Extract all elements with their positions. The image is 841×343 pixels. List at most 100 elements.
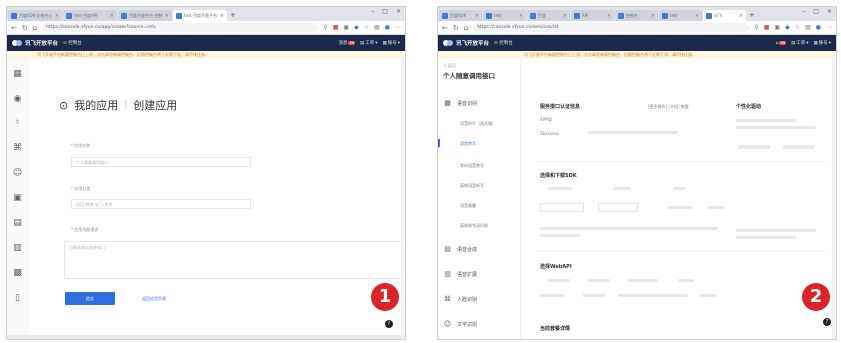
close-window-icon[interactable]: × — [827, 8, 832, 15]
star-icon[interactable]: ☆ — [364, 24, 369, 31]
close-icon[interactable]: × — [651, 13, 655, 19]
sidebar-back-link[interactable]: < 返回 — [443, 63, 456, 69]
ear-icon[interactable]: ♮ — [12, 118, 23, 129]
service-tools-link[interactable]: [更多操作] [文档] 查看 — [648, 104, 689, 110]
notice-banner[interactable]: 讯飞开放平台新版控制台已上线，点击体验新版控制台，旧版控制台将于近期下线，请尽快… — [438, 51, 836, 59]
collections-icon[interactable]: ▤ — [805, 24, 811, 31]
close-icon[interactable]: × — [475, 13, 479, 19]
more-icon[interactable]: ⋯ — [826, 24, 832, 31]
console-link[interactable]: ⊙ 控制台 — [63, 40, 82, 46]
help-icon[interactable]: ? — [385, 320, 393, 328]
sidebar-group-synthesis[interactable]: ▤ 语音合成 — [443, 245, 477, 253]
close-icon[interactable]: × — [220, 13, 224, 19]
close-icon[interactable]: × — [695, 13, 699, 19]
browser-tab-active[interactable]: 讯飞 × — [703, 10, 746, 21]
app-category-select[interactable]: 应用-教育-学习-其他 — [71, 199, 251, 209]
back-circle-icon[interactable]: ⊙ — [59, 99, 68, 112]
browser-tab[interactable]: test × — [659, 10, 702, 21]
file-icon[interactable]: ▯ — [12, 293, 23, 304]
collections-icon[interactable]: ▤ — [374, 24, 380, 31]
search-icon[interactable]: ⚲ — [754, 24, 758, 31]
chart-icon[interactable]: ▥ — [12, 243, 23, 254]
close-window-icon[interactable]: × — [396, 8, 401, 15]
horizontal-scrollbar[interactable] — [7, 335, 405, 339]
sidebar-item-iat-stream[interactable]: 语音听写（流式版） — [460, 121, 496, 127]
vertical-scrollbar[interactable] — [832, 59, 836, 339]
url-input[interactable]: https://console.xfyun.cn/services/iat — [473, 23, 750, 32]
refresh-icon[interactable]: ↻ — [22, 24, 28, 32]
logo[interactable]: 讯飞开放平台 — [443, 39, 489, 47]
close-icon[interactable]: × — [55, 13, 59, 19]
refresh-icon[interactable]: ↻ — [453, 24, 459, 32]
browser-tab[interactable]: 百度 × — [527, 10, 570, 21]
sidebar-item-realtime[interactable]: 实时语音转写 — [460, 163, 484, 169]
url-input[interactable]: https://console.xfyun.cn/app/create?sour… — [42, 23, 319, 32]
maximize-icon[interactable]: □ — [382, 8, 388, 15]
back-to-list-link[interactable]: 返回应用列表 — [142, 296, 166, 302]
sidebar-group-voice[interactable]: ▦ 语音识别 — [443, 99, 477, 107]
sidebar-item-transcribe[interactable]: 语音转写 — [460, 141, 476, 147]
search-icon[interactable]: ⚲ — [323, 24, 327, 31]
close-icon[interactable]: × — [739, 13, 743, 19]
vertical-scrollbar[interactable] — [401, 59, 405, 339]
breadcrumb-my-apps[interactable]: 我的应用 — [74, 97, 118, 113]
sidebar-item-offline-iat[interactable]: 离线语音听写 — [460, 183, 484, 189]
maximize-icon[interactable]: □ — [813, 8, 819, 15]
image-icon[interactable]: ▣ — [12, 193, 23, 204]
sidebar-item-wakeup[interactable]: 语音唤醒 — [460, 203, 476, 209]
extension-icon[interactable]: ▣ — [343, 24, 349, 31]
help-icon[interactable]: ? — [823, 318, 831, 326]
grid-icon[interactable]: ⌘ — [12, 143, 23, 154]
sidebar-item-command[interactable]: 离线命令词识别 — [460, 223, 488, 229]
sidebar-group-text[interactable]: ☺ 文字识别 — [443, 320, 477, 328]
sidebar-group-extension[interactable]: ▥ 语音扩展 — [443, 270, 477, 278]
modules-icon[interactable]: ▩ — [12, 268, 23, 279]
profile-icon[interactable]: ● — [816, 24, 821, 31]
new-tab-icon[interactable]: + — [749, 10, 755, 21]
logo[interactable]: 讯飞开放平台 — [12, 39, 58, 47]
browser-tab[interactable]: 百度SDK × — [439, 10, 482, 21]
browser-tab[interactable]: test × — [483, 10, 526, 21]
account-menu[interactable]: ▦ 账号 ▾ — [382, 40, 400, 47]
platform-select[interactable] — [540, 203, 584, 212]
account-menu[interactable]: ▦ 账号 ▾ — [813, 40, 831, 47]
messages-menu[interactable]: 消息 99 — [338, 40, 355, 46]
messages-menu[interactable]: ⌂ 99 — [776, 41, 786, 46]
browser-tab[interactable]: test-百度API × — [63, 10, 117, 21]
document-icon[interactable]: ▤ — [12, 218, 23, 229]
face-icon[interactable]: ☺ — [12, 168, 23, 179]
more-icon[interactable]: ⋯ — [395, 24, 401, 31]
browser-tab-active[interactable]: test-百度开放平台 × — [173, 10, 227, 21]
close-icon[interactable]: × — [165, 13, 169, 19]
browser-tab[interactable]: API × — [571, 10, 614, 21]
minimize-icon[interactable]: – — [371, 8, 374, 15]
extension-icon[interactable]: ▣ — [774, 24, 780, 31]
close-icon[interactable]: × — [563, 13, 567, 19]
app-name-input[interactable]: 个人随意调用接口 — [71, 157, 251, 167]
star-icon[interactable]: ☆ — [795, 24, 800, 31]
orders-menu[interactable]: ▤ 工单 ▾ — [791, 40, 809, 47]
minimize-icon[interactable]: – — [802, 8, 805, 15]
console-link[interactable]: ⊙ 控制台 — [494, 40, 513, 46]
notice-banner[interactable]: 讯飞开放平台新版控制台已上线，点击体验新版控制台，旧版控制台将于近期下线，请尽快… — [7, 51, 405, 59]
home-icon[interactable]: ⌂ — [33, 24, 37, 32]
sidebar-group-face[interactable]: ⌘ 人脸识别 — [443, 295, 477, 303]
close-icon[interactable]: × — [607, 13, 611, 19]
browser-tab[interactable]: 百度开放平台-控制台 × — [118, 10, 172, 21]
back-icon[interactable]: ← — [11, 24, 17, 32]
extension-icon[interactable]: ◆ — [354, 24, 359, 31]
orders-menu[interactable]: ▤ 工单 ▾ — [360, 40, 378, 47]
back-icon[interactable]: ← — [442, 24, 448, 32]
apps-icon[interactable]: ▦ — [12, 69, 23, 80]
new-tab-icon[interactable]: + — [230, 10, 236, 21]
close-icon[interactable]: × — [110, 13, 114, 19]
voice-icon[interactable]: ◉ — [12, 94, 23, 105]
extension-icon[interactable]: ■ — [333, 24, 339, 31]
extension-icon[interactable]: ◆ — [785, 24, 790, 31]
submit-button[interactable]: 提交 — [65, 292, 115, 305]
close-icon[interactable]: × — [519, 13, 523, 19]
profile-icon[interactable]: ● — [385, 24, 390, 31]
extension-icon[interactable]: ■ — [764, 24, 770, 31]
app-desc-textarea[interactable]: 可随意测试各种接口 — [64, 241, 405, 279]
version-select[interactable] — [598, 203, 638, 212]
